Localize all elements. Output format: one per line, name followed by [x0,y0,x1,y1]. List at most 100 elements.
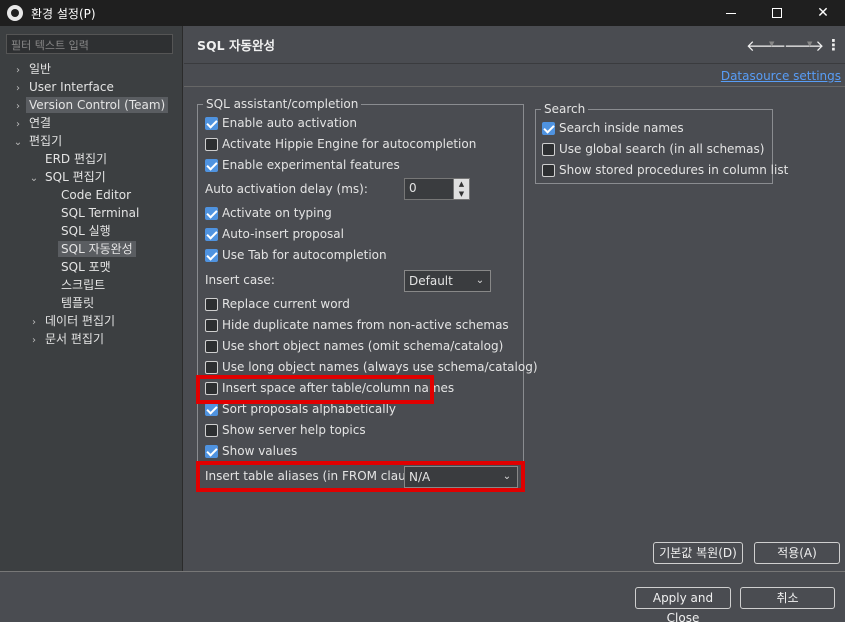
activate-on-typing-checkbox[interactable]: Activate on typing [205,203,332,223]
checkbox-checked-icon [542,121,555,135]
checkbox-unchecked-icon [205,339,218,353]
checkbox-checked-icon [205,158,218,172]
checkbox-checked-icon [205,227,218,241]
tree-item-label: User Interface [29,80,114,94]
checkbox-checked-icon [205,206,218,220]
checkbox-label: Replace current word [222,297,350,311]
delay-value: 0 [409,181,417,195]
experimental-features-checkbox[interactable]: Enable experimental features [205,155,400,175]
tree-item-version-control[interactable]: › Version Control (Team) [10,96,169,114]
group-title: SQL assistant/completion [206,97,359,111]
stored-procedures-checkbox[interactable]: Show stored procedures in column list [542,160,788,180]
window-title: 환경 설정(P) [31,6,96,21]
tree-item-sql-autocomplete[interactable]: SQL 자동완성 [42,240,136,258]
checkbox-checked-icon [205,116,218,130]
more-menu-icon[interactable]: ⋮ [826,36,841,54]
chevron-right-icon: › [32,335,36,346]
tree-item-scripts[interactable]: 스크립트 [42,276,108,294]
hide-duplicates-checkbox[interactable]: Hide duplicate names from non-active sch… [205,315,509,335]
tree-item-data-editor[interactable]: › 데이터 편집기 [26,312,118,330]
chevron-down-icon: ⌄ [475,275,485,286]
minimize-icon [726,12,736,14]
search-inside-names-checkbox[interactable]: Search inside names [542,118,684,138]
forward-dropdown-icon[interactable]: ▼ [807,40,812,48]
apply-button[interactable]: 적용(A) [754,542,840,564]
replace-word-checkbox[interactable]: Replace current word [205,294,350,314]
tree-item-sql-editor[interactable]: ⌄ SQL 편집기 [26,168,109,186]
back-arrow-icon[interactable]: 🡐 [746,36,786,55]
tree-item-label: 문서 편집기 [45,332,105,346]
checkbox-label: Show stored procedures in column list [559,163,789,177]
preferences-page: SQL 자동완성 🡐 ▼ 🡒 ▼ ⋮ Datasource settings S… [184,26,845,571]
tree-item-code-editor[interactable]: Code Editor [42,186,134,204]
checkbox-unchecked-icon [205,137,218,151]
apply-and-close-button[interactable]: Apply and Close [635,587,731,622]
checkbox-checked-icon [205,248,218,262]
checkbox-label: Use global search (in all schemas) [559,142,765,156]
checkbox-label: Use Tab for autocompletion [222,248,387,262]
tree-item-sql-terminal[interactable]: SQL Terminal [42,204,142,222]
group-title: Search [544,102,586,116]
long-names-checkbox[interactable]: Use long object names (always use schema… [205,357,538,377]
cancel-button[interactable]: 취소 [740,587,835,609]
tree-item-sql-format[interactable]: SQL 포맷 [42,258,114,276]
checkbox-label: Activate on typing [222,206,332,220]
enable-auto-activation-checkbox[interactable]: Enable auto activation [205,113,357,133]
tree-item-user-interface[interactable]: › User Interface [10,78,117,96]
server-help-checkbox[interactable]: Show server help topics [205,420,366,440]
tree-item-label: Code Editor [61,188,132,202]
tree-item-label: 편집기 [29,134,63,148]
spinner-buttons: ▲ ▼ [453,179,469,199]
forward-arrow-icon[interactable]: 🡒 [784,36,824,55]
tree-item-label: 스크립트 [61,278,106,292]
checkbox-unchecked-icon [205,423,218,437]
insert-case-select[interactable]: Default ⌄ [404,270,491,292]
restore-defaults-button[interactable]: 기본값 복원(D) [653,542,743,564]
close-button[interactable]: ✕ [800,0,845,26]
checkbox-checked-icon [205,444,218,458]
back-dropdown-icon[interactable]: ▼ [769,40,774,48]
tree-item-label: Version Control (Team) [26,97,169,113]
hippie-engine-checkbox[interactable]: Activate Hippie Engine for autocompletio… [205,134,476,154]
tree-item-label: SQL 포맷 [61,260,111,274]
checkbox-unchecked-icon [205,318,218,332]
checkbox-label: Use long object names (always use schema… [222,360,538,374]
checkbox-label: Activate Hippie Engine for autocompletio… [222,137,477,151]
minimize-button[interactable] [708,0,754,26]
checkbox-label: Auto-insert proposal [222,227,344,241]
select-value: Default [409,274,453,288]
spinner-up-icon[interactable]: ▲ [454,179,469,189]
header-divider [184,86,845,87]
tree-item-sql-execute[interactable]: SQL 실행 [42,222,114,240]
datasource-settings-link[interactable]: Datasource settings [721,69,841,83]
tree-item-general[interactable]: › 일반 [10,60,54,78]
tree-item-editors[interactable]: ⌄ 편집기 [10,132,65,150]
use-tab-checkbox[interactable]: Use Tab for autocompletion [205,245,387,265]
filter-input[interactable]: 필터 텍스트 입력 [6,34,173,54]
checkbox-label: Enable auto activation [222,116,357,130]
app-logo-icon [7,5,23,21]
tree-item-connections[interactable]: › 연결 [10,114,54,132]
checkbox-label: Hide duplicate names from non-active sch… [222,318,509,332]
tree-item-label: SQL 자동완성 [58,241,136,257]
short-names-checkbox[interactable]: Use short object names (omit schema/cata… [205,336,503,356]
tree-item-label: 템플릿 [61,296,95,310]
tree-item-label: SQL 실행 [61,224,111,238]
checkbox-unchecked-icon [542,142,555,156]
delay-label: Auto activation delay (ms): [205,182,368,196]
delay-spinner[interactable]: 0 ▲ ▼ [404,178,470,200]
checkbox-checked-icon [205,402,218,416]
chevron-down-icon: ⌄ [13,137,23,148]
maximize-button[interactable] [754,0,800,26]
title-bar: 환경 설정(P) ✕ [0,0,845,26]
highlight-insert-space [196,375,434,404]
tree-item-document-editor[interactable]: › 문서 편집기 [26,330,107,348]
checkbox-label: Use short object names (omit schema/cata… [222,339,504,353]
auto-insert-checkbox[interactable]: Auto-insert proposal [205,224,344,244]
spinner-down-icon[interactable]: ▼ [454,189,469,199]
tree-item-label: 일반 [29,62,52,76]
global-search-checkbox[interactable]: Use global search (in all schemas) [542,139,764,159]
show-values-checkbox[interactable]: Show values [205,441,297,461]
tree-item-erd-editor[interactable]: ERD 편집기 [26,150,110,168]
tree-item-templates[interactable]: 템플릿 [42,294,97,312]
